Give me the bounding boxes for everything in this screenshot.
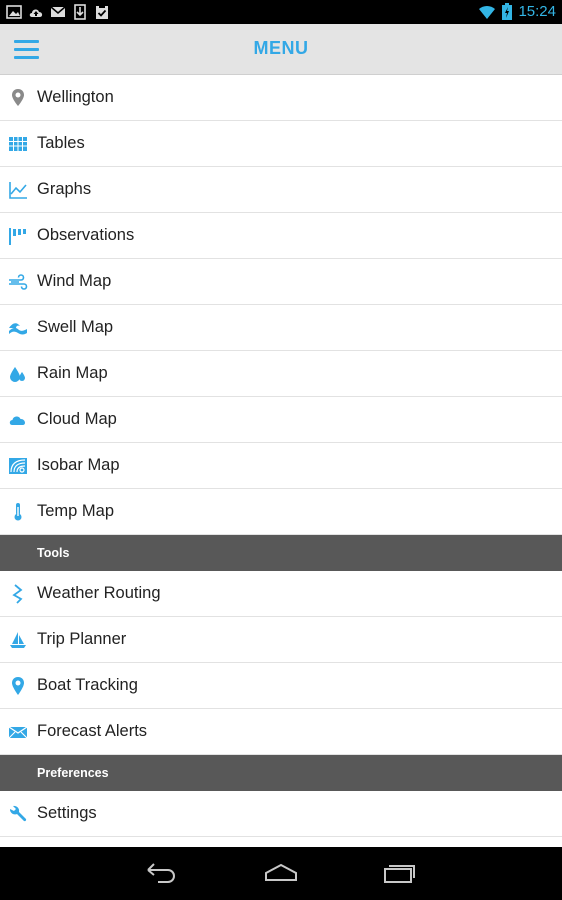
menu-item-temp-map[interactable]: Temp Map (0, 489, 562, 535)
menu-item-label: Observations (37, 226, 135, 244)
menu-item-wind-map[interactable]: Wind Map (0, 259, 562, 305)
menu-item-label: Graphs (37, 180, 92, 198)
menu-item-cloud-map[interactable]: Cloud Map (0, 397, 562, 443)
menu-item-label: Isobar Map (37, 456, 120, 474)
image-icon (6, 5, 22, 19)
wind-icon (8, 272, 28, 292)
home-icon[interactable] (264, 861, 298, 885)
section-header-preferences: Preferences (0, 755, 562, 791)
menu-item-observations[interactable]: Observations (0, 213, 562, 259)
app-bar: MENU (0, 24, 562, 75)
menu-item-label: Swell Map (37, 318, 114, 336)
menu-item-label: Rain Map (37, 364, 108, 382)
flag-icon (8, 226, 28, 246)
menu-item-label: Tables (37, 134, 85, 152)
alert-mail-icon (8, 722, 28, 742)
menu-item-label: Weather Routing (37, 584, 161, 602)
menu-item-rain-map[interactable]: Rain Map (0, 351, 562, 397)
menu-item-label: Boat Tracking (37, 676, 138, 694)
cloud-icon (8, 410, 28, 430)
system-nav-bar (0, 847, 562, 900)
route-icon (8, 583, 28, 604)
section-header-tools: Tools (0, 535, 562, 571)
menu-item-label: Temp Map (37, 502, 115, 520)
mail-icon (50, 6, 66, 17)
menu-item-label: Cloud Map (37, 410, 117, 428)
menu-item-trip-planner[interactable]: Trip Planner (0, 617, 562, 663)
line-graph-icon (8, 180, 28, 200)
menu-item-tables[interactable]: Tables (0, 121, 562, 167)
raindrop-icon (8, 364, 28, 384)
menu-item-wellington[interactable]: Wellington (0, 75, 562, 121)
cloud-upload-icon (29, 9, 43, 17)
menu-item-weather-routing[interactable]: Weather Routing (0, 571, 562, 617)
recent-apps-icon[interactable] (383, 861, 417, 885)
menu-item-label: Forecast Alerts (37, 722, 148, 740)
sailboat-icon (8, 630, 28, 650)
table-grid-icon (8, 134, 28, 154)
menu-item-settings[interactable]: Settings (0, 791, 562, 837)
menu-item-isobar-map[interactable]: Isobar Map (0, 443, 562, 489)
back-icon[interactable] (144, 861, 178, 885)
menu-item-label: Wind Map (37, 272, 112, 290)
menu-item-boat-tracking[interactable]: Boat Tracking (0, 663, 562, 709)
notification-icons (6, 4, 110, 20)
battery-icon (502, 3, 513, 20)
menu-item-label: Trip Planner (37, 630, 127, 648)
clipboard-check-icon (96, 5, 108, 19)
menu-item-label: Settings (37, 804, 97, 822)
download-icon (74, 4, 86, 20)
wifi-icon (479, 5, 496, 19)
menu-item-graphs[interactable]: Graphs (0, 167, 562, 213)
wave-icon (8, 318, 28, 338)
menu-list: Wellington Tables Graphs Observations Wi… (0, 75, 562, 837)
menu-item-label: Wellington (37, 88, 114, 106)
location-pin-icon (8, 88, 28, 108)
isobar-icon (8, 456, 28, 476)
status-bar: 15:24 (0, 0, 562, 24)
page-title: MENU (253, 38, 309, 58)
map-marker-icon (8, 676, 28, 696)
menu-item-forecast-alerts[interactable]: Forecast Alerts (0, 709, 562, 755)
status-time: 15:24 (518, 3, 556, 20)
menu-item-swell-map[interactable]: Swell Map (0, 305, 562, 351)
thermometer-icon (8, 502, 28, 522)
wrench-icon (8, 804, 28, 824)
